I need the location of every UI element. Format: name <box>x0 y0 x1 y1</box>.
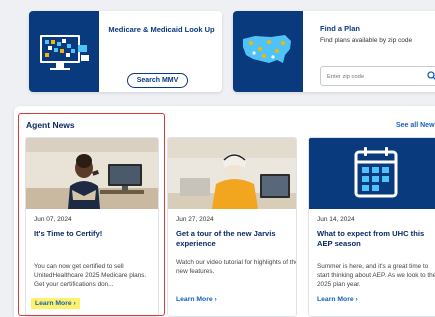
see-all-news-link[interactable]: See all New <box>396 122 435 129</box>
news-date: Jun 27, 2024 <box>176 216 214 223</box>
news-card-aep-season[interactable]: Jun 14, 2024 What to expect from UHC thi… <box>308 137 435 317</box>
mmv-lookup-tile: Medicare & Medicaid Look Up Search MMV <box>29 11 222 92</box>
learn-more-link[interactable]: Learn More › <box>31 298 80 309</box>
mmv-illustration <box>29 11 99 92</box>
news-summary: Summer is here, and it's a great time to… <box>317 263 435 288</box>
us-map-illustration <box>233 11 303 92</box>
zip-code-input[interactable] <box>327 71 422 82</box>
news-date: Jun 07, 2024 <box>34 216 72 223</box>
news-card-certify[interactable]: Jun 07, 2024 It's Time to Certify! You c… <box>25 137 159 317</box>
mmv-title: Medicare & Medicaid Look Up <box>108 25 215 34</box>
woman-with-headset-image <box>168 138 296 209</box>
learn-more-link[interactable]: Learn More › <box>176 296 217 303</box>
news-date: Jun 14, 2024 <box>317 216 355 223</box>
woman-at-desk-image <box>26 138 158 209</box>
news-title[interactable]: Get a tour of the new Jarvis experience <box>176 229 296 249</box>
learn-more-link[interactable]: Learn More › <box>317 296 358 303</box>
news-card-jarvis-tour[interactable]: Jun 27, 2024 Get a tour of the new Jarvi… <box>167 137 297 317</box>
news-title[interactable]: What to expect from UHC this AEP season <box>317 229 435 249</box>
news-summary: Watch our video tutorial for highlights … <box>176 259 297 275</box>
agent-news-heading: Agent News <box>26 120 75 130</box>
find-plan-subtitle: Find plans available by zip code <box>320 37 413 44</box>
search-mmv-button[interactable]: Search MMV <box>127 73 188 88</box>
find-plan-title: Find a Plan <box>320 24 361 33</box>
search-icon[interactable] <box>426 70 435 82</box>
news-summary: You can now get certified to sell United… <box>34 263 147 288</box>
zip-code-field <box>320 66 435 86</box>
calendar-illustration <box>309 138 435 209</box>
news-title[interactable]: It's Time to Certify! <box>34 229 158 239</box>
find-plan-tile: Find a Plan Find plans available by zip … <box>233 11 435 92</box>
